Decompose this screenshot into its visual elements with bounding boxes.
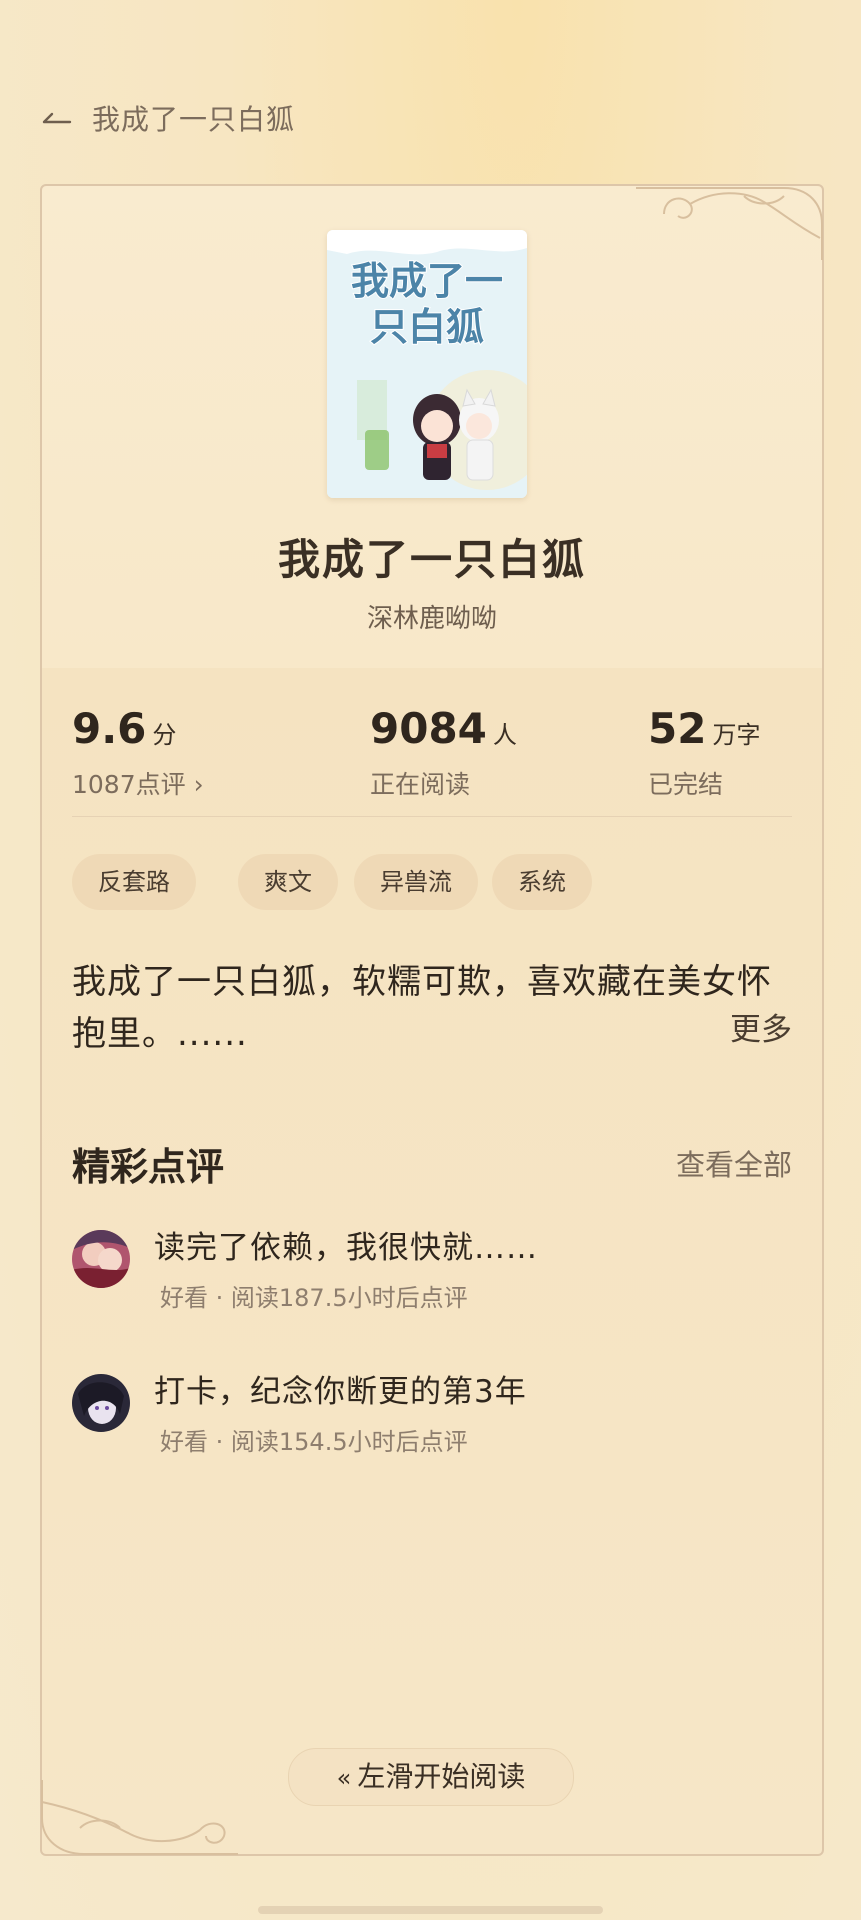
avatar[interactable]	[72, 1374, 130, 1432]
book-description: 我成了一只白狐，软糯可欺，喜欢藏在美女怀抱里。......	[72, 962, 772, 1054]
review-meta: 好看 · 阅读187.5小时后点评	[160, 1284, 468, 1312]
double-chevron-left-icon: «	[336, 1764, 352, 1792]
readers-value: 9084	[370, 704, 487, 753]
book-cover-image[interactable]: 我成了一只白狐	[327, 230, 527, 498]
see-all-reviews-link[interactable]: 查看全部	[676, 1142, 792, 1184]
words-unit: 万字	[712, 721, 761, 749]
author-name[interactable]: 深林鹿呦呦	[42, 598, 822, 635]
back-arrow-icon[interactable]	[40, 100, 74, 134]
words-stat: 52 万字 已完结	[648, 704, 760, 801]
start-reading-label: 左滑开始阅读	[357, 1760, 526, 1793]
tag-item[interactable]: 系统	[492, 854, 592, 910]
rating-stat[interactable]: 9.6 分 1087点评 ›	[72, 704, 204, 801]
avatar[interactable]	[72, 1230, 130, 1288]
divider	[72, 816, 792, 817]
header-title: 我成了一只白狐	[92, 103, 296, 136]
completion-status: 已完结	[648, 770, 724, 799]
review-item[interactable]: 读完了依赖，我很快就…… 好看 · 阅读187.5小时后点评	[72, 1222, 792, 1332]
reviews-section-title: 精彩点评	[72, 1145, 225, 1189]
corner-ornament-icon	[636, 187, 823, 260]
home-indicator[interactable]	[258, 1906, 603, 1914]
more-button[interactable]: 更多	[730, 1004, 792, 1049]
review-meta: 好看 · 阅读154.5小时后点评	[160, 1428, 468, 1456]
book-card: 我成了一只白狐 我成了一只白狐 深林鹿呦呦 9.6 分 1087点评 › 9084…	[40, 184, 824, 1856]
corner-ornament-icon	[41, 1780, 238, 1855]
words-value: 52	[648, 704, 707, 753]
tag-item[interactable]: 爽文	[238, 854, 338, 910]
rating-value: 9.6	[72, 704, 147, 753]
readers-label: 正在阅读	[370, 770, 471, 799]
review-text: 打卡，纪念你断更的第3年	[154, 1374, 527, 1410]
tag-item[interactable]: 异兽流	[354, 854, 478, 910]
rating-count-link[interactable]: 1087点评 ›	[72, 765, 204, 801]
tag-list: 反套路 爽文 异兽流 系统	[72, 854, 792, 914]
readers-unit: 人	[492, 721, 517, 749]
tag-item[interactable]: 反套路	[72, 854, 196, 910]
review-text: 读完了依赖，我很快就……	[154, 1230, 538, 1266]
start-reading-button[interactable]: «左滑开始阅读	[288, 1748, 574, 1806]
review-item[interactable]: 打卡，纪念你断更的第3年 好看 · 阅读154.5小时后点评	[72, 1366, 792, 1476]
stats-row: 9.6 分 1087点评 › 9084 人 正在阅读 52 万字 已完结	[72, 704, 792, 814]
cover-title-text: 我成了一只白狐	[350, 258, 504, 350]
rating-unit: 分	[152, 721, 177, 749]
readers-stat: 9084 人 正在阅读	[370, 704, 517, 801]
book-title: 我成了一只白狐	[277, 535, 586, 584]
